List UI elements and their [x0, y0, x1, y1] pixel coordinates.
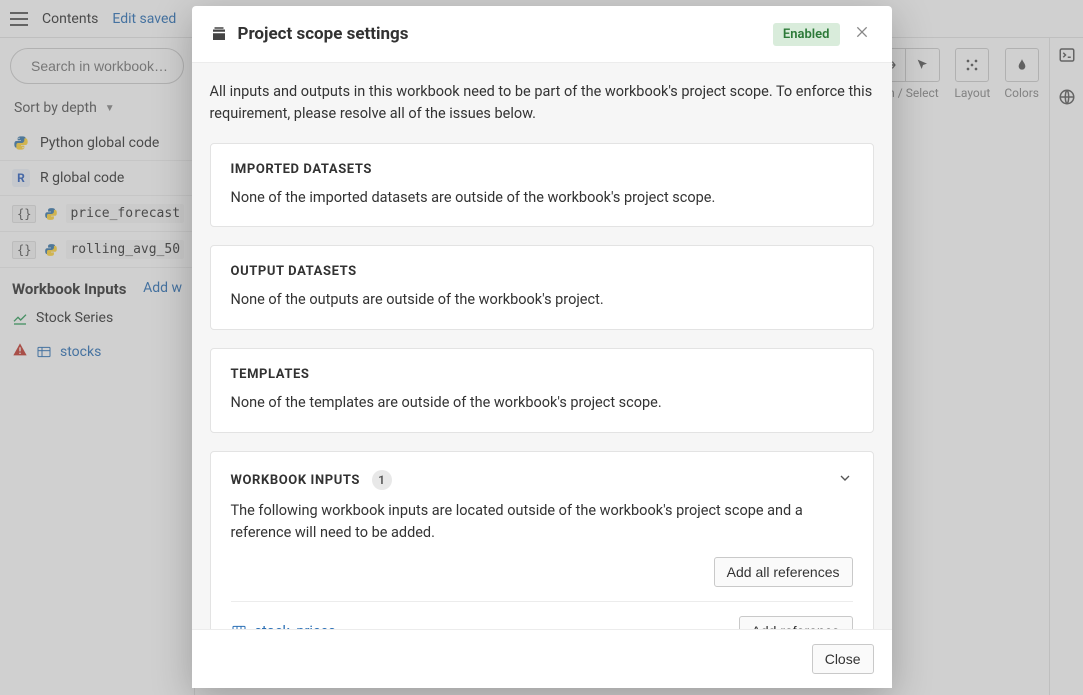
modal-body: All inputs and outputs in this workbook …	[192, 63, 892, 629]
card-title: TEMPLATES	[231, 367, 853, 382]
modal-title: Project scope settings	[238, 24, 763, 44]
card-text: None of the outputs are outside of the w…	[231, 289, 853, 311]
modal-header: Project scope settings Enabled	[192, 6, 892, 63]
project-scope-icon	[210, 25, 228, 43]
card-title: OUTPUT DATASETS	[231, 264, 853, 279]
add-all-references-button[interactable]: Add all references	[714, 557, 853, 587]
card-title: IMPORTED DATASETS	[231, 162, 853, 177]
enabled-badge: Enabled	[773, 23, 840, 46]
card-text: None of the imported datasets are outsid…	[231, 187, 853, 209]
output-datasets-card: OUTPUT DATASETS None of the outputs are …	[210, 245, 874, 330]
project-scope-modal: Project scope settings Enabled All input…	[192, 6, 892, 688]
close-icon[interactable]	[850, 20, 874, 48]
add-reference-button[interactable]: Add reference	[739, 616, 853, 629]
close-button[interactable]: Close	[812, 644, 874, 674]
card-title: WORKBOOK INPUTS	[231, 473, 361, 488]
workbook-input-item: stock_prices Add reference	[231, 616, 853, 629]
modal-overlay[interactable]: Project scope settings Enabled All input…	[0, 0, 1083, 695]
modal-footer: Close	[192, 629, 892, 688]
divider	[231, 601, 853, 602]
chevron-down-icon[interactable]	[837, 470, 853, 490]
modal-intro: All inputs and outputs in this workbook …	[210, 81, 874, 125]
imported-datasets-card: IMPORTED DATASETS None of the imported d…	[210, 143, 874, 228]
card-text: The following workbook inputs are locate…	[231, 500, 853, 544]
templates-card: TEMPLATES None of the templates are outs…	[210, 348, 874, 433]
count-badge: 1	[372, 470, 392, 490]
card-text: None of the templates are outside of the…	[231, 392, 853, 414]
workbook-inputs-card: WORKBOOK INPUTS 1 The following workbook…	[210, 451, 874, 629]
